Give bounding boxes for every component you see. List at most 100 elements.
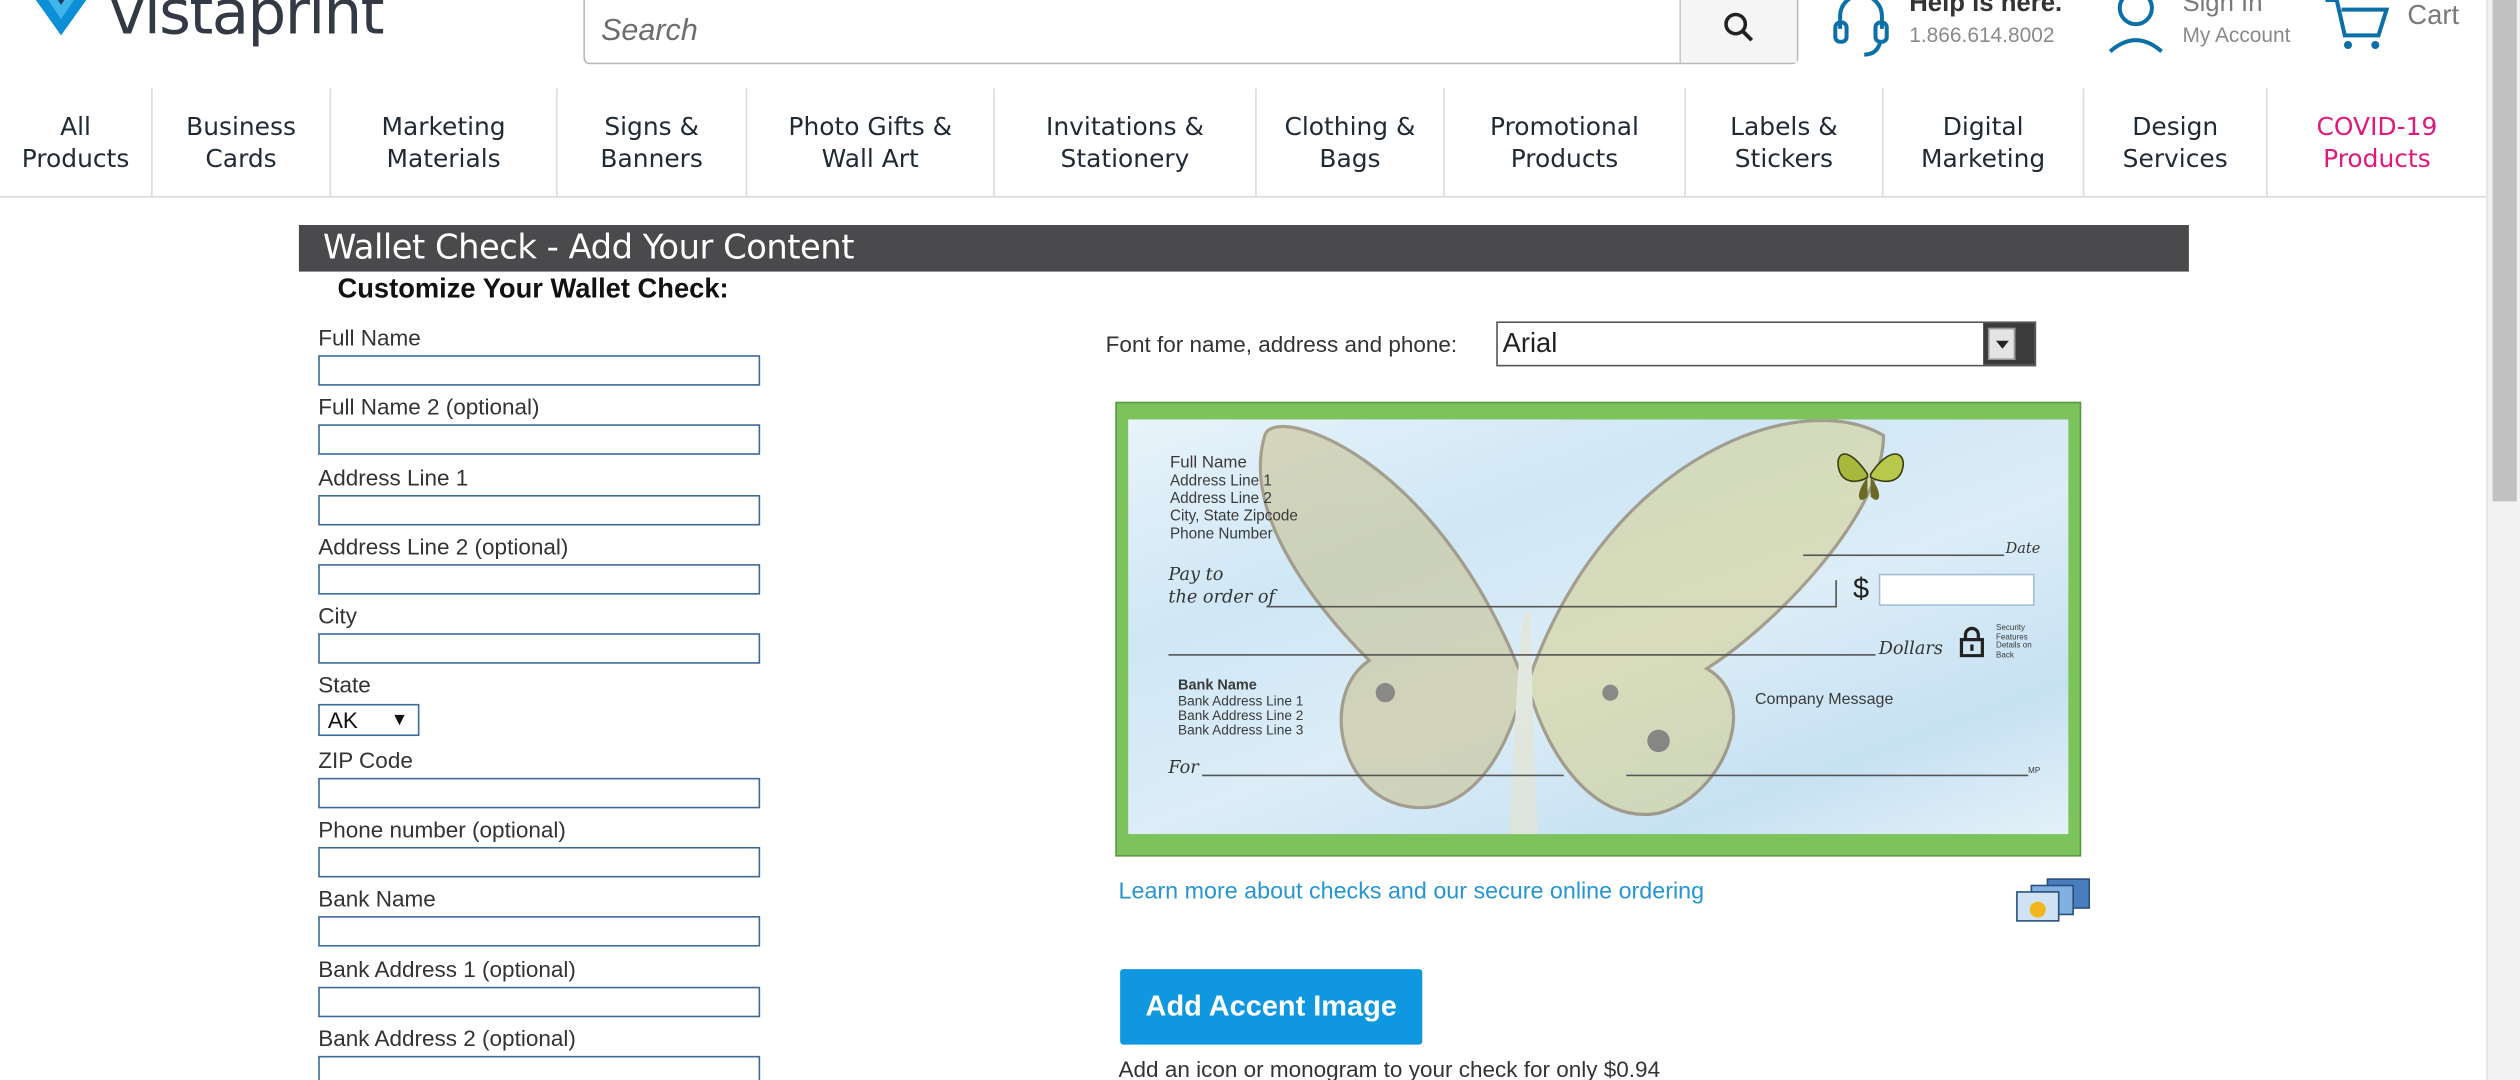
zip-label: ZIP Code [318,747,413,774]
user-icon [2108,0,2163,53]
check-address2: Address Line 2 [1169,490,1272,508]
logo-mark-icon [29,0,93,55]
nav-all-products[interactable]: All Products [0,88,153,197]
logo-text: vistaprint [109,0,384,49]
address2-input[interactable] [318,564,761,595]
nav-design-services[interactable]: Design Services [2084,88,2268,197]
zip-field: ZIP Code [318,747,761,809]
cart-link[interactable]: Cart [2324,0,2459,51]
nav-photo-gifts[interactable]: Photo Gifts & Wall Art [747,88,995,197]
zip-input[interactable] [318,777,761,809]
bank-address2-label: Bank Address 2 (optional) [318,1025,576,1052]
phone-field: Phone number (optional) [318,816,761,878]
nav-promotional-products[interactable]: Promotional Products [1445,88,1686,197]
bank-name-input[interactable] [318,916,761,947]
full-name2-input[interactable] [318,424,761,455]
check-address1: Address Line 1 [1169,472,1272,491]
nav-clothing-bags[interactable]: Clothing & Bags [1257,88,1445,197]
main-navigation: All Products Business Cards Marketing Mater… [0,88,2487,198]
nav-covid-products[interactable]: COVID-19 Products [2268,88,2487,196]
vistaprint-logo[interactable]: vistaprint [29,0,385,58]
check-preview: Full Name Address Line 1 Address Line 2 … [1115,401,2082,857]
check-security-note: Security Features Details on Back [1996,623,2032,660]
city-field: City [318,602,761,664]
cart-icon [2325,0,2390,50]
state-label: State [318,671,371,698]
city-input[interactable] [318,633,761,664]
search-button[interactable] [1679,0,1797,63]
my-account-label: My Account [2182,22,2291,47]
check-dollars-label: Dollars [1878,638,1943,659]
lock-icon [1959,626,1984,658]
add-accent-image-button[interactable]: Add Accent Image [1120,969,1423,1045]
check-bank-addr3: Bank Address Line 3 [1178,721,1304,738]
city-label: City [318,602,357,629]
chevron-down-icon [1987,327,2016,360]
search-input[interactable] [597,8,1665,57]
font-dropdown-button[interactable] [1983,323,2035,365]
page-title-bar: Wallet Check - Add Your Content [298,224,2189,272]
nav-digital-marketing[interactable]: Digital Marketing [1884,88,2085,197]
check-bank-name: Bank Name [1178,676,1257,693]
help-title: Help is here. [1909,0,2063,18]
amount-words-line [1168,654,1876,656]
check-full-name: Full Name [1169,453,1247,473]
check-face: Full Name Address Line 1 Address Line 2 … [1128,419,2069,835]
cart-label: Cart [2407,0,2460,31]
bank-address2-input[interactable] [318,1055,761,1080]
headset-icon [1833,0,1889,57]
state-select[interactable]: AK ▼ [318,703,420,737]
bank-name-field: Bank Name [318,885,761,947]
chevron-down-icon: ▼ [390,710,409,730]
check-city-state: City, State Zipcode [1169,507,1298,526]
font-select[interactable]: Arial [1496,321,2037,367]
nav-invitations-stationery[interactable]: Invitations & Stationery [995,88,1257,197]
bank-address2-field: Bank Address 2 (optional) [318,1025,761,1080]
phone-input[interactable] [318,846,761,878]
customize-heading: Customize Your Wallet Check: [337,273,729,304]
vertical-scrollbar[interactable] [2486,0,2520,1080]
nav-labels-stickers[interactable]: Labels & Stickers [1686,88,1884,197]
check-pay-to: Pay to [1168,564,1224,585]
search-bar [583,0,1799,65]
state-field: State AK ▼ [318,671,420,737]
payee-line [1266,605,1837,608]
help-contact[interactable]: Help is here. 1.866.614.8002 [1832,0,2062,61]
check-date-label: Date [2005,541,2041,558]
signature-line [1626,774,2029,777]
accent-note: Add an icon or monogram to your check fo… [1118,1055,1661,1080]
check-for-label: For [1168,756,1199,778]
full-name-field: Full Name [318,324,761,386]
full-name2-label: Full Name 2 (optional) [318,393,540,420]
bank-address1-input[interactable] [318,986,761,1018]
nav-signs-banners[interactable]: Signs & Banners [558,88,748,197]
full-name-input[interactable] [318,355,761,386]
memo-line [1202,774,1564,777]
scrollbar-thumb[interactable] [2492,0,2517,502]
date-line [1803,554,2005,557]
help-phone: 1.866.614.8002 [1909,22,2055,47]
amount-box [1878,573,2035,606]
sign-in-account[interactable]: Sign In My Account [2105,0,2290,58]
phone-label: Phone number (optional) [318,816,566,843]
address1-field: Address Line 1 [318,464,761,526]
check-mp: MP [2028,766,2041,777]
check-dollar-sign: $ [1852,572,1870,605]
bank-name-label: Bank Name [318,885,436,912]
font-label: Font for name, address and phone: [1105,331,1458,357]
check-order-of: the order of [1168,586,1276,608]
state-value: AK [327,707,358,733]
learn-more-link[interactable]: Learn more about checks and our secure o… [1119,879,1705,905]
bank-address1-label: Bank Address 1 (optional) [318,956,576,982]
nav-business-cards[interactable]: Business Cards [153,88,332,197]
address2-field: Address Line 2 (optional) [318,534,761,595]
address1-label: Address Line 1 [318,464,469,491]
sign-in-label: Sign In [2182,0,2263,18]
address1-input[interactable] [318,494,761,526]
nav-marketing-materials[interactable]: Marketing Materials [331,88,558,197]
check-company-message: Company Message [1754,691,1894,709]
full-name-label: Full Name [318,324,421,351]
image-gallery-icon[interactable] [2015,877,2092,922]
font-value: Arial [1502,327,1558,359]
bank-address1-field: Bank Address 1 (optional) [318,956,761,1018]
